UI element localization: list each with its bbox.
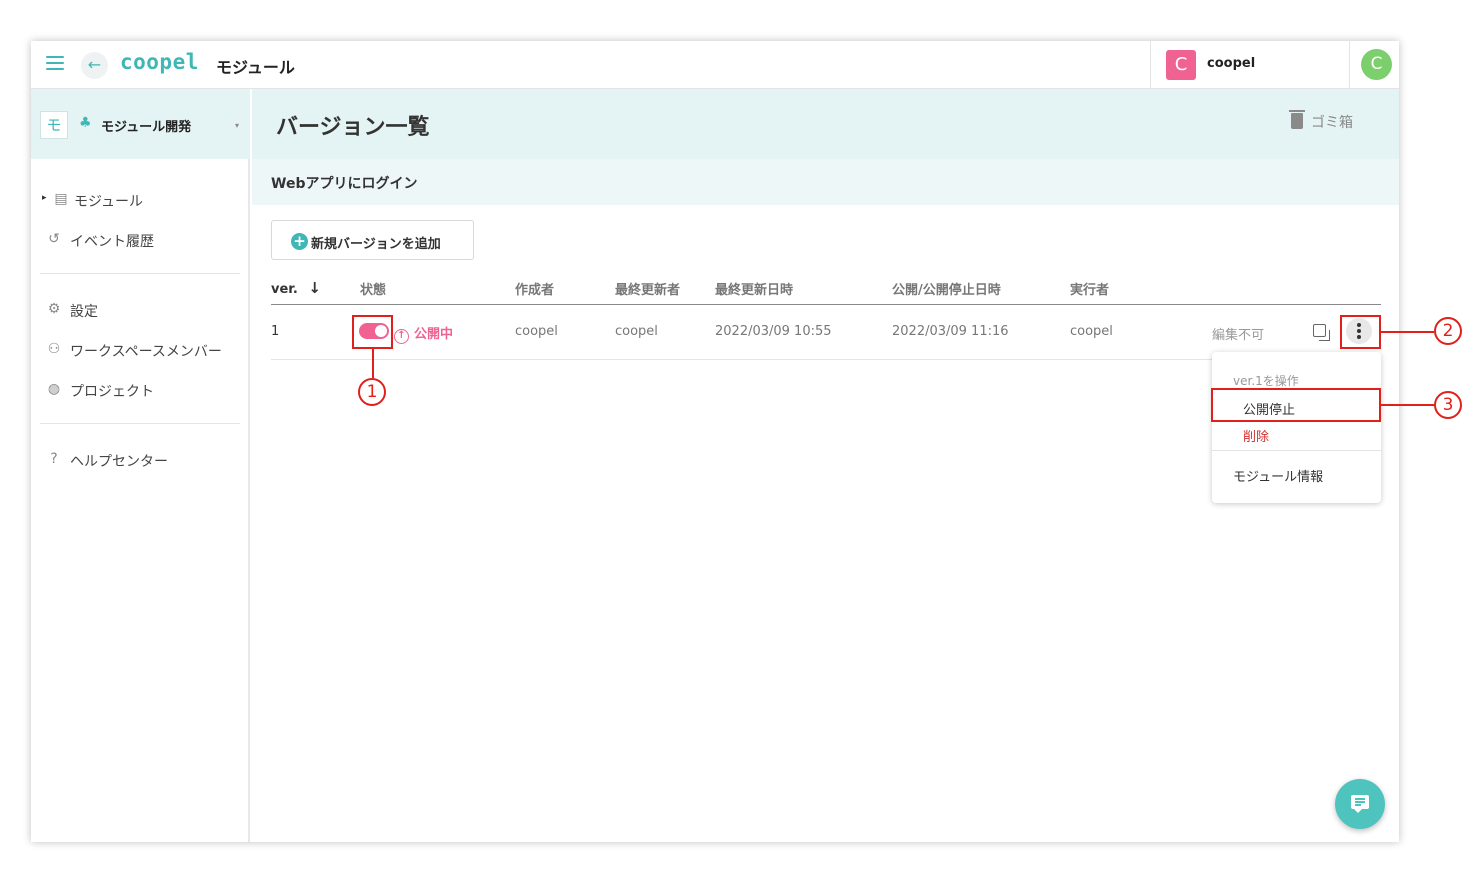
status-badge: ↑ 公開中 [394, 323, 453, 344]
annotation-line-3 [1381, 404, 1434, 406]
module-name: Webアプリにログイン [271, 176, 418, 192]
row-updated-at: 2022/03/09 10:55 [715, 324, 832, 339]
sidebar-item-label: イベント履歴 [70, 234, 154, 250]
menu-item-label: 削除 [1243, 430, 1270, 445]
row-updater: coopel [615, 324, 658, 339]
table-header-divider [271, 304, 1381, 305]
workspace-badge: モ [40, 111, 68, 139]
users-icon: ⚇ [47, 341, 61, 357]
expand-arrow-icon[interactable]: ▸ [42, 193, 47, 203]
sidebar-item-label: プロジェクト [70, 384, 154, 400]
column-header-executor: 実行者 [1070, 283, 1110, 298]
project-icon: ◍ [47, 381, 61, 397]
caret-down-icon: ▾ [235, 121, 240, 130]
gear-icon: ⚙ [47, 301, 61, 317]
menu-title: ver.1を操作 [1233, 374, 1299, 388]
column-header-published-at: 公開/公開停止日時 [892, 283, 1001, 298]
app-section-title: モジュール [216, 58, 295, 77]
workspace-switcher[interactable]: C coopel [1150, 41, 1350, 89]
profile-avatar[interactable]: C [1361, 49, 1392, 80]
column-header-ver[interactable]: ver. ↓ [271, 279, 321, 297]
sort-down-arrow-icon[interactable]: ↓ [308, 279, 321, 297]
sidebar-divider [40, 423, 240, 424]
column-header-updater: 最終更新者 [615, 283, 681, 298]
version-actions-menu: ver.1を操作 公開停止 削除 モジュール情報 [1212, 352, 1381, 503]
column-header-ver-label: ver. [271, 282, 298, 297]
menu-item-module-info[interactable]: モジュール情報 [1212, 462, 1381, 486]
column-header-status: 状態 [360, 283, 387, 298]
row-ver: 1 [271, 324, 280, 339]
workspace-avatar: C [1166, 50, 1196, 80]
upload-circle-icon: ↑ [394, 329, 409, 344]
row-published-at: 2022/03/09 11:16 [892, 324, 1009, 339]
chat-button[interactable] [1335, 779, 1385, 829]
row-executor: coopel [1070, 324, 1113, 339]
app-window: ← coopel モジュール C coopel C モ ♣ モジュール開発 ▾ … [31, 41, 1399, 842]
workspace-title: モジュール開発 [101, 120, 192, 135]
row-creator: coopel [515, 324, 558, 339]
hamburger-menu-icon[interactable] [46, 56, 64, 72]
sidebar-item-label: ワークスペースメンバー [70, 344, 222, 360]
sidebar-item-members[interactable]: ⚇ ワークスペースメンバー [31, 337, 250, 365]
chat-icon [1351, 795, 1369, 813]
sidebar-divider [40, 273, 240, 274]
annotation-number-3: 3 [1434, 391, 1462, 419]
trash-label: ゴミ箱 [1311, 115, 1353, 131]
page-title: バージョン一覧 [276, 115, 430, 140]
trash-button[interactable]: ゴミ箱 [1289, 110, 1353, 132]
annotation-line-2 [1381, 331, 1434, 333]
menu-divider [1212, 450, 1381, 451]
sidebar-item-label: ヘルプセンター [70, 454, 168, 470]
column-header-updated-at: 最終更新日時 [715, 283, 794, 298]
help-icon: ? [50, 451, 58, 467]
trash-icon [1289, 110, 1305, 129]
module-dev-icon: ♣ [79, 115, 92, 131]
annotation-line-1 [372, 349, 374, 378]
menu-item-label: モジュール情報 [1233, 470, 1324, 485]
sidebar-item-label: モジュール [74, 194, 144, 210]
status-label: 公開中 [414, 327, 454, 342]
list-icon: ▤ [54, 191, 68, 207]
add-version-button[interactable]: + 新規バージョンを追加 [271, 220, 474, 260]
sidebar-item-projects[interactable]: ◍ プロジェクト [31, 377, 250, 405]
top-bar: ← coopel モジュール C coopel C [31, 41, 1399, 89]
annotation-number-2: 2 [1434, 317, 1462, 345]
workspace-name: coopel [1207, 56, 1256, 71]
menu-item-delete[interactable]: 削除 [1212, 422, 1381, 446]
sidebar-item-event-history[interactable]: ↺ イベント履歴 [31, 227, 250, 255]
column-header-creator: 作成者 [515, 283, 555, 298]
sidebar-item-label: 設定 [70, 304, 98, 320]
main-content: バージョン一覧 ゴミ箱 Webアプリにログイン + 新規バージョンを追加 ver… [252, 89, 1399, 842]
sidebar-item-settings[interactable]: ⚙ 設定 [31, 297, 250, 325]
row-edit-state: 編集不可 [1212, 328, 1265, 343]
history-icon: ↺ [48, 231, 60, 247]
add-circle-icon: + [291, 233, 308, 250]
annotation-box-unpublish [1211, 388, 1381, 422]
sidebar: モ ♣ モジュール開発 ▾ ▸ ▤ モジュール ↺ イベント履歴 ⚙ 設定 ⚇ … [31, 89, 250, 842]
page-header: バージョン一覧 ゴミ箱 [252, 89, 1399, 159]
coopel-logo[interactable]: coopel [120, 50, 199, 74]
copy-icon[interactable] [1313, 324, 1330, 341]
sidebar-item-help[interactable]: ? ヘルプセンター [31, 447, 250, 475]
module-header: Webアプリにログイン [252, 159, 1399, 205]
back-arrow-icon[interactable]: ← [81, 52, 108, 79]
sidebar-item-module[interactable]: ▸ ▤ モジュール [31, 187, 250, 215]
annotation-box-kebab [1340, 315, 1381, 349]
annotation-number-1: 1 [358, 378, 386, 406]
add-version-label: 新規バージョンを追加 [311, 237, 441, 252]
annotation-box-toggle [352, 315, 393, 349]
workspace-selector[interactable]: モ ♣ モジュール開発 ▾ [31, 89, 250, 159]
